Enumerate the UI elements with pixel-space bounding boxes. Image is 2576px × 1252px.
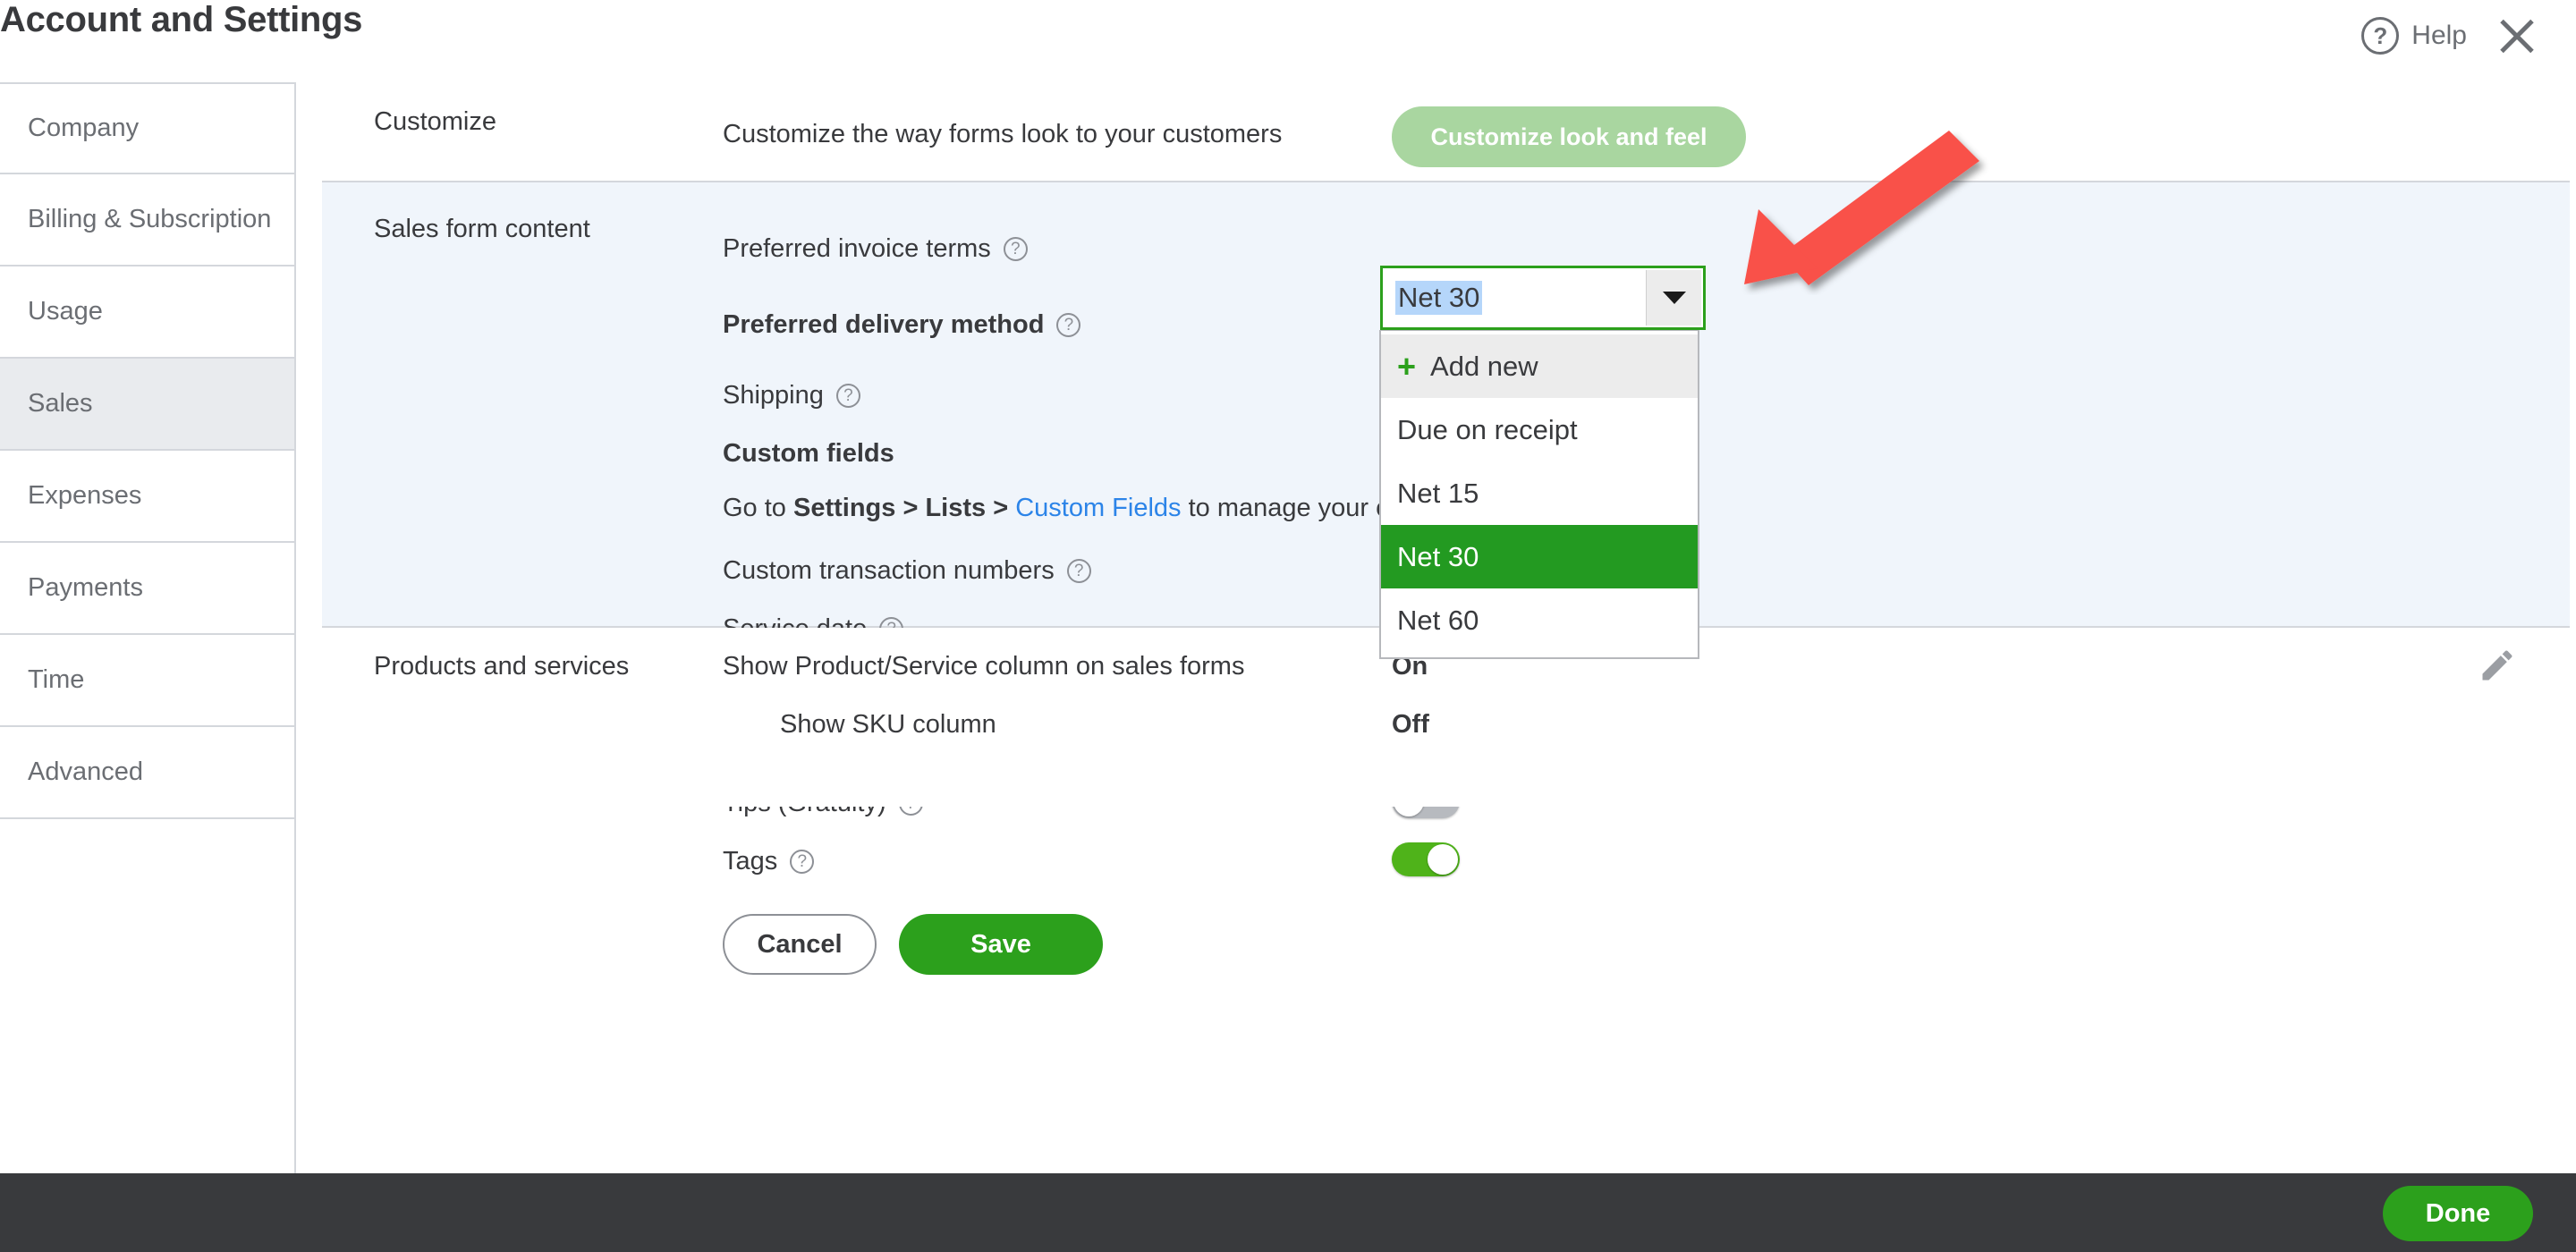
- save-button[interactable]: Save: [899, 914, 1103, 975]
- sidebar-item-label: Usage: [28, 297, 103, 326]
- pencil-icon[interactable]: [2478, 646, 2517, 685]
- sidebar-item-usage[interactable]: Usage: [0, 266, 294, 359]
- toggle-knob: [1428, 844, 1458, 875]
- help-label: Help: [2411, 21, 2467, 50]
- preferred-invoice-terms-dropdown: Net 30 + Add new Due on receipt Net 15 N…: [1379, 266, 1706, 659]
- sidebar-item-billing-subscription[interactable]: Billing & Subscription: [0, 174, 294, 266]
- help-tooltip-icon[interactable]: ?: [790, 850, 815, 874]
- row-tags: Tags ?: [723, 847, 815, 876]
- section-title-sales-form-content: Sales form content: [374, 215, 590, 243]
- custom-fields-note-path: Settings > Lists >: [793, 494, 1016, 522]
- done-button[interactable]: Done: [2383, 1186, 2533, 1241]
- window-footer: Done: [0, 1173, 2576, 1252]
- settings-sidebar: Company Billing & Subscription Usage Sal…: [0, 82, 296, 1173]
- invoice-terms-options-list: + Add new Due on receipt Net 15 Net 30 N…: [1379, 330, 1699, 659]
- sidebar-item-company[interactable]: Company: [0, 82, 294, 174]
- account-settings-window: Account and Settings ? Help Company Bill…: [0, 0, 2576, 1252]
- dropdown-option-label: Net 15: [1397, 477, 1479, 509]
- sidebar-item-label: Payments: [28, 573, 143, 602]
- close-icon[interactable]: [2494, 13, 2540, 59]
- sidebar-item-advanced[interactable]: Advanced: [0, 727, 294, 819]
- sidebar-item-label: Expenses: [28, 481, 142, 510]
- dropdown-option-label: Net 30: [1397, 540, 1479, 572]
- tags-toggle[interactable]: [1392, 842, 1460, 876]
- row-preferred-invoice-terms: Preferred invoice terms ?: [723, 234, 1028, 264]
- sidebar-item-label: Billing & Subscription: [28, 205, 272, 233]
- shipping-label: Shipping: [723, 381, 824, 410]
- help-tooltip-icon[interactable]: ?: [1066, 559, 1091, 583]
- help-tooltip-icon[interactable]: ?: [835, 384, 860, 408]
- custom-fields-heading: Custom fields: [723, 439, 894, 468]
- custom-fields-link[interactable]: Custom Fields: [1015, 494, 1181, 522]
- sidebar-item-label: Time: [28, 665, 85, 694]
- show-sku-column-label: Show SKU column: [780, 710, 996, 739]
- invoice-terms-combobox[interactable]: Net 30: [1380, 266, 1706, 330]
- help-button[interactable]: ? Help: [2361, 17, 2467, 55]
- customize-description: Customize the way forms look to your cus…: [723, 120, 1283, 148]
- header-actions: ? Help: [2361, 13, 2540, 59]
- section-title-customize: Customize: [374, 107, 496, 136]
- dropdown-option-net-15[interactable]: Net 15: [1381, 461, 1698, 525]
- section-customize[interactable]: Customize Customize the way forms look t…: [322, 82, 2570, 181]
- tags-label: Tags: [723, 847, 778, 876]
- sidebar-item-time[interactable]: Time: [0, 635, 294, 727]
- sidebar-item-label: Company: [28, 114, 140, 142]
- dropdown-toggle-button[interactable]: [1646, 270, 1701, 326]
- dropdown-option-due-on-receipt[interactable]: Due on receipt: [1381, 398, 1698, 461]
- sidebar-item-expenses[interactable]: Expenses: [0, 451, 294, 543]
- show-sku-column-value: Off: [1392, 710, 1429, 739]
- cancel-button[interactable]: Cancel: [723, 914, 877, 975]
- dropdown-option-add-new[interactable]: + Add new: [1381, 334, 1698, 398]
- plus-icon: +: [1397, 347, 1417, 385]
- dropdown-option-net-30[interactable]: Net 30: [1381, 525, 1698, 588]
- row-custom-transaction-numbers: Custom transaction numbers ?: [723, 556, 1091, 586]
- customize-look-and-feel-button[interactable]: Customize look and feel: [1392, 106, 1746, 167]
- dropdown-option-net-60[interactable]: Net 60: [1381, 588, 1698, 652]
- custom-transaction-numbers-label: Custom transaction numbers: [723, 556, 1055, 585]
- preferred-invoice-terms-label: Preferred invoice terms: [723, 234, 991, 263]
- invoice-terms-selected-value: Net 30: [1395, 281, 1483, 315]
- sidebar-item-label: Advanced: [28, 757, 143, 786]
- dropdown-option-label: Due on receipt: [1397, 413, 1578, 445]
- dropdown-option-label: Net 60: [1397, 604, 1479, 636]
- preferred-delivery-method-label: Preferred delivery method: [723, 310, 1045, 339]
- sidebar-item-sales[interactable]: Sales: [0, 359, 294, 451]
- sidebar-item-payments[interactable]: Payments: [0, 543, 294, 635]
- window-header: Account and Settings ? Help: [0, 0, 2576, 82]
- row-preferred-delivery-method: Preferred delivery method ?: [723, 310, 1081, 340]
- help-tooltip-icon[interactable]: ?: [1056, 313, 1081, 337]
- custom-fields-note-prefix: Go to: [723, 494, 793, 522]
- show-product-service-column-label: Show Product/Service column on sales for…: [723, 652, 1245, 681]
- sidebar-item-label: Sales: [28, 389, 93, 418]
- help-tooltip-icon[interactable]: ?: [1003, 237, 1028, 261]
- dropdown-option-label: Add new: [1430, 350, 1538, 382]
- row-shipping: Shipping ?: [723, 381, 860, 410]
- question-circle-icon: ?: [2361, 17, 2400, 55]
- page-title: Account and Settings: [0, 0, 363, 39]
- section-title-products-and-services: Products and services: [374, 652, 630, 681]
- chevron-down-icon: [1662, 292, 1686, 304]
